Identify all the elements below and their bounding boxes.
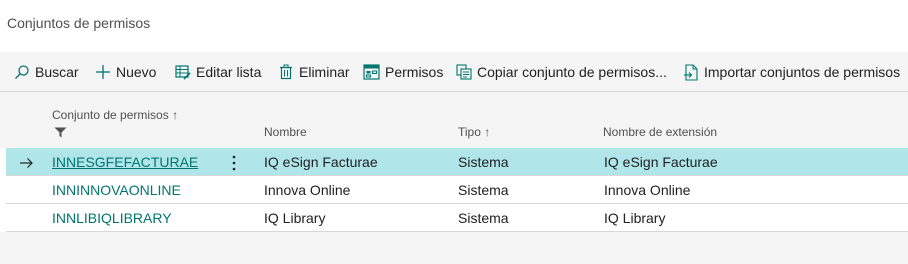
permission-sets-grid: Conjunto de permisos ↑ Nombre Tipo ↑ Nom… <box>0 92 908 264</box>
import-permission-sets-label: Importar conjuntos de permisos <box>704 64 901 80</box>
type-cell: Sistema <box>458 210 509 226</box>
table-row[interactable]: INNINNOVAONLINE Innova Online Sistema In… <box>6 176 908 204</box>
permissions-label: Permisos <box>385 64 444 80</box>
extension-name-cell: Innova Online <box>604 182 691 198</box>
name-cell: IQ eSign Facturae <box>264 154 378 170</box>
edit-list-label: Editar lista <box>196 64 262 80</box>
delete-label: Eliminar <box>299 64 350 80</box>
column-header-type[interactable]: Tipo ↑ <box>458 125 490 139</box>
name-cell: IQ Library <box>264 210 326 226</box>
import-permission-sets-button[interactable]: Importar conjuntos de permisos <box>683 52 900 92</box>
type-cell: Sistema <box>458 154 509 170</box>
title-bar: Conjuntos de permisos <box>0 0 908 52</box>
import-icon <box>683 63 699 81</box>
extension-name-cell: IQ eSign Facturae <box>604 154 718 170</box>
permission-set-link[interactable]: INNINNOVAONLINE <box>52 176 181 204</box>
permission-set-link[interactable]: INNLIBIQLIBRARY <box>52 204 172 232</box>
permissions-icon <box>363 64 380 80</box>
delete-button[interactable]: Eliminar <box>278 52 350 92</box>
page-title: Conjuntos de permisos <box>7 15 151 31</box>
name-cell: Innova Online <box>264 182 351 198</box>
grid-empty-area <box>0 232 908 264</box>
row-selected-arrow-icon <box>20 156 34 172</box>
copy-permission-set-button[interactable]: Copiar conjunto de permisos... <box>456 52 667 92</box>
column-header-permission-set[interactable]: Conjunto de permisos ↑ <box>52 108 178 122</box>
search-label: Buscar <box>35 64 79 80</box>
type-cell: Sistema <box>458 182 509 198</box>
grid-header: Conjunto de permisos ↑ Nombre Tipo ↑ Nom… <box>0 92 908 148</box>
copy-icon <box>456 64 472 80</box>
new-label: Nuevo <box>116 64 157 80</box>
column-header-extension-name[interactable]: Nombre de extensión <box>603 125 717 139</box>
table-row[interactable]: INNLIBIQLIBRARY IQ Library Sistema IQ Li… <box>6 204 908 232</box>
edit-list-button[interactable]: Editar lista <box>175 52 261 92</box>
row-actions-ellipsis-icon[interactable] <box>231 155 237 174</box>
search-button[interactable]: Buscar <box>14 52 79 92</box>
action-toolbar: Buscar Nuevo Editar lista Eliminar Permi… <box>0 52 908 92</box>
column-header-name[interactable]: Nombre <box>264 125 307 139</box>
permission-set-link[interactable]: INNESGFEFACTURAE <box>52 148 198 176</box>
search-icon <box>14 64 30 80</box>
edit-list-icon <box>175 64 191 80</box>
plus-icon <box>95 64 111 80</box>
extension-name-cell: IQ Library <box>604 210 666 226</box>
filter-icon[interactable] <box>54 125 67 143</box>
copy-permission-set-label: Copiar conjunto de permisos... <box>477 64 667 80</box>
permissions-button[interactable]: Permisos <box>363 52 443 92</box>
table-row[interactable]: INNESGFEFACTURAE IQ eSign Facturae Siste… <box>6 148 908 176</box>
trash-icon <box>278 64 294 80</box>
new-button[interactable]: Nuevo <box>95 52 156 92</box>
